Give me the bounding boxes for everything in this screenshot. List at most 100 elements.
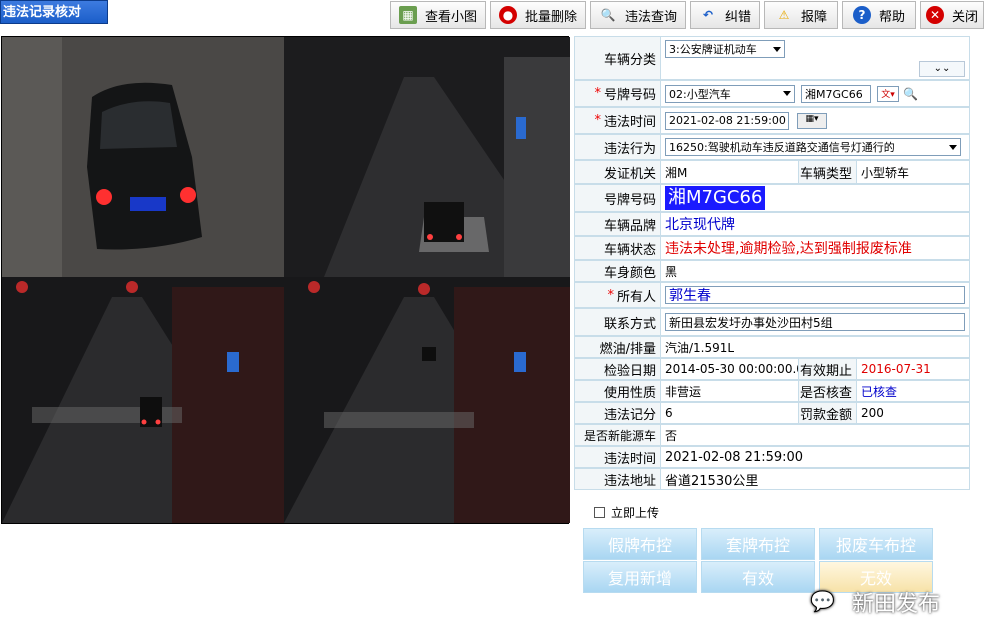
violation-time-label: 违法时间: [603, 115, 656, 130]
issuing-authority-row: 发证机关 湘M 车辆类型 小型轿车: [574, 160, 970, 184]
plate-number-row: * 号牌号码 02:小型汽车 湘M7GC66 文▾ 🔍: [574, 80, 970, 107]
required-mark: *: [594, 86, 601, 101]
required-mark: *: [594, 113, 601, 128]
new-energy-label: 是否新能源车: [575, 425, 661, 445]
search-icon[interactable]: 🔍: [903, 87, 918, 101]
fuel-row: 燃油/排量 汽油/1.591L: [574, 336, 970, 358]
wechat-icon: 💬: [810, 589, 835, 613]
closeup-image: [2, 37, 284, 277]
issuing-authority-value: 湘M: [661, 161, 799, 183]
vehicle-brand-value: 北京现代牌: [665, 217, 735, 233]
photo-scene-2[interactable]: [2, 277, 284, 523]
plate-display-label: 号牌号码: [575, 185, 661, 211]
fine-label: 罚款金额: [799, 403, 857, 423]
owner-row: * 所有人 郭生春: [574, 282, 970, 308]
close-button[interactable]: ✕ 关闭: [920, 1, 984, 29]
violation-time-row: * 违法时间 2021-02-08 21:59:00 ▦▾: [574, 107, 970, 134]
violation-time-value: 2021-02-08 21:59:00: [669, 114, 786, 127]
owner-input[interactable]: 郭生春: [665, 286, 965, 304]
usage-value: 非营运: [661, 381, 799, 401]
close-icon: ✕: [925, 6, 944, 24]
vehicle-category-select[interactable]: 3:公安牌证机动车: [665, 40, 785, 58]
upload-now-label: 立即上传: [611, 506, 660, 520]
reuse-add-button[interactable]: 复用新增: [583, 561, 697, 593]
chevron-down-icon: [773, 46, 781, 52]
contact-row: 联系方式 新田县宏发圩办事处沙田村5组: [574, 308, 970, 336]
view-thumbnails-button[interactable]: ▦ 查看小图: [390, 1, 486, 29]
scene2-image: [2, 277, 284, 523]
points-row: 违法记分 6 罚款金额 200: [574, 402, 970, 424]
contact-input[interactable]: 新田县宏发圩办事处沙田村5组: [665, 313, 965, 331]
picture-icon: ▦: [398, 6, 417, 24]
body-color-value: 黑: [665, 264, 678, 279]
keyboard-icon[interactable]: 文▾: [877, 85, 899, 102]
fake-plate-button[interactable]: 假牌布控: [583, 528, 697, 560]
contact-value: 新田县宏发圩办事处沙田村5组: [669, 315, 833, 330]
vehicle-category-row: 车辆分类 3:公安牌证机动车 ⌄⌄: [574, 36, 970, 80]
body-color-label: 车身颜色: [575, 261, 661, 281]
batch-delete-button[interactable]: ● 批量删除: [490, 1, 586, 29]
violation-time2-row: 违法时间 2021-02-08 21:59:00: [574, 446, 970, 468]
undo-icon: ↶: [702, 8, 714, 22]
vehicle-type-value: 小型轿车: [861, 165, 910, 180]
usage-label: 使用性质: [575, 381, 661, 401]
report-button[interactable]: ⚠ 报障: [764, 1, 838, 29]
scene3-image: [284, 277, 570, 523]
search-icon: 🔍: [600, 8, 616, 22]
batch-delete-label: 批量删除: [524, 9, 577, 25]
required-mark: *: [607, 287, 614, 303]
violation-query-label: 违法查询: [624, 9, 677, 25]
double-chevron-down-icon: ⌄⌄: [933, 63, 951, 74]
chevron-down-icon: [783, 91, 791, 96]
plate-number-input[interactable]: 湘M7GC66: [801, 84, 871, 103]
plate-type-select[interactable]: 02:小型汽车: [665, 84, 795, 103]
violation-address-value: 省道21530公里: [665, 473, 759, 489]
upload-now-checkbox[interactable]: [594, 507, 605, 518]
checked-value: 已核查: [861, 384, 898, 399]
checked-label: 是否核查: [799, 381, 857, 401]
plate-number-label: 号牌号码: [603, 88, 656, 103]
close-label: 关闭: [951, 9, 978, 25]
watermark-text: 新田发布: [852, 592, 941, 617]
photo-closeup[interactable]: [2, 37, 284, 277]
points-label: 违法记分: [575, 403, 661, 423]
violation-act-select[interactable]: 16250:驾驶机动车违反道路交通信号灯通行的: [665, 138, 961, 156]
valid-until-label: 有效期止: [799, 359, 857, 379]
violation-act-value: 16250:驾驶机动车违反道路交通信号灯通行的: [669, 141, 895, 154]
scrap-vehicle-button[interactable]: 报废车布控: [819, 528, 933, 560]
issuing-authority-label: 发证机关: [575, 161, 661, 183]
window-title: 违法记录核对: [0, 0, 108, 24]
help-icon: ?: [852, 6, 871, 24]
upload-now-checkbox-group[interactable]: 立即上传: [594, 504, 659, 521]
report-label: 报障: [800, 9, 827, 25]
vehicle-category-label: 车辆分类: [575, 37, 661, 79]
plate-display-row: 号牌号码 湘M7GC66: [574, 184, 970, 212]
violation-act-label: 违法行为: [575, 135, 661, 159]
chevron-down-icon: [949, 144, 957, 150]
photo-scene-3[interactable]: [284, 277, 570, 523]
new-energy-row: 是否新能源车 否: [574, 424, 970, 446]
violation-time-input[interactable]: 2021-02-08 21:59:00: [665, 111, 789, 130]
vehicle-category-value: 3:公安牌证机动车: [669, 43, 757, 56]
photo-scene-1[interactable]: [284, 37, 570, 277]
violation-query-button[interactable]: 🔍 违法查询: [590, 1, 686, 29]
plate-type-value: 02:小型汽车: [669, 87, 731, 101]
contact-label: 联系方式: [575, 309, 661, 335]
plate-display-value: 湘M7GC66: [665, 186, 766, 210]
warning-icon: ⚠: [778, 8, 790, 22]
expand-button[interactable]: ⌄⌄: [919, 61, 965, 77]
owner-label: 所有人: [616, 289, 656, 305]
calendar-icon[interactable]: ▦▾: [797, 112, 827, 129]
body-color-row: 车身颜色 黑: [574, 260, 970, 282]
help-button[interactable]: ? 帮助: [842, 1, 916, 29]
vehicle-brand-label: 车辆品牌: [575, 213, 661, 235]
correct-label: 纠错: [724, 9, 751, 25]
points-value: 6: [661, 403, 799, 423]
fuel-value: 汽油/1.591L: [665, 340, 735, 355]
valid-button[interactable]: 有效: [701, 561, 815, 593]
inspection-date-row: 检验日期 2014-05-30 00:00:00.0 有效期止 2016-07-…: [574, 358, 970, 380]
correct-button[interactable]: ↶ 纠错: [690, 1, 760, 29]
vehicle-status-row: 车辆状态 违法未处理,逾期检验,达到强制报废标准: [574, 236, 970, 260]
cloned-plate-button[interactable]: 套牌布控: [701, 528, 815, 560]
new-energy-value: 否: [665, 428, 678, 443]
